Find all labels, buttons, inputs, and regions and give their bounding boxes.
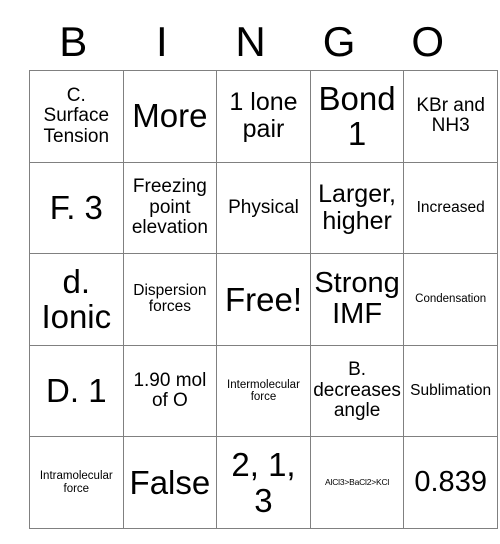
bingo-cell-o3[interactable]: Condensation bbox=[403, 253, 498, 346]
bingo-cell-b4[interactable]: D. 1 bbox=[29, 344, 124, 438]
bingo-row: D. 1 1.90 mol of O Intermolecular force … bbox=[29, 344, 498, 438]
bingo-card: B I N G O C. Surface Tension More 1 lone… bbox=[29, 14, 498, 529]
bingo-cell-b5[interactable]: Intramolecular force bbox=[29, 436, 124, 529]
bingo-cell-o5[interactable]: 0.839 bbox=[403, 436, 498, 529]
bingo-cell-n4[interactable]: Intermolecular force bbox=[216, 344, 311, 438]
bingo-cell-g2[interactable]: Larger, higher bbox=[309, 161, 405, 255]
bingo-row: F. 3 Freezing point elevation Physical L… bbox=[29, 161, 498, 255]
bingo-header-letter-o: O bbox=[411, 18, 444, 65]
bingo-cell-g5[interactable]: AlCl3>BaCl2>KCl bbox=[309, 436, 405, 529]
bingo-cell-g1[interactable]: Bond 1 bbox=[309, 70, 405, 163]
bingo-cell-o1[interactable]: KBr and NH3 bbox=[403, 70, 498, 163]
bingo-row: C. Surface Tension More 1 lone pair Bond… bbox=[29, 70, 498, 163]
bingo-header-letter-g: G bbox=[322, 18, 356, 65]
bingo-cell-o2[interactable]: Increased bbox=[403, 161, 498, 255]
bingo-cell-b2[interactable]: F. 3 bbox=[29, 161, 124, 255]
bingo-cell-i5[interactable]: False bbox=[122, 436, 218, 529]
bingo-header-letter-i: I bbox=[156, 18, 168, 65]
bingo-row: Intramolecular force False 2, 1, 3 AlCl3… bbox=[29, 436, 498, 529]
bingo-cell-n2[interactable]: Physical bbox=[216, 161, 311, 255]
bingo-header-letter-b: B bbox=[59, 18, 88, 65]
bingo-cell-free[interactable]: Free! bbox=[216, 253, 311, 346]
bingo-grid: C. Surface Tension More 1 lone pair Bond… bbox=[29, 70, 498, 529]
bingo-header: B I N G O bbox=[29, 14, 472, 70]
bingo-cell-i2[interactable]: Freezing point elevation bbox=[122, 161, 218, 255]
bingo-cell-o4[interactable]: Sublimation bbox=[403, 344, 498, 438]
bingo-cell-i1[interactable]: More bbox=[122, 70, 218, 163]
bingo-cell-i3[interactable]: Dispersion forces bbox=[122, 253, 218, 346]
bingo-cell-n1[interactable]: 1 lone pair bbox=[216, 70, 311, 163]
bingo-cell-b1[interactable]: C. Surface Tension bbox=[29, 70, 124, 163]
bingo-row: d. Ionic Dispersion forces Free! Strong … bbox=[29, 253, 498, 346]
bingo-cell-g4[interactable]: B. decreases angle bbox=[309, 344, 405, 438]
bingo-cell-b3[interactable]: d. Ionic bbox=[29, 253, 124, 346]
bingo-header-letter-n: N bbox=[235, 18, 266, 65]
bingo-cell-i4[interactable]: 1.90 mol of O bbox=[122, 344, 218, 438]
bingo-cell-g3[interactable]: Strong IMF bbox=[309, 253, 405, 346]
bingo-cell-n5[interactable]: 2, 1, 3 bbox=[216, 436, 311, 529]
